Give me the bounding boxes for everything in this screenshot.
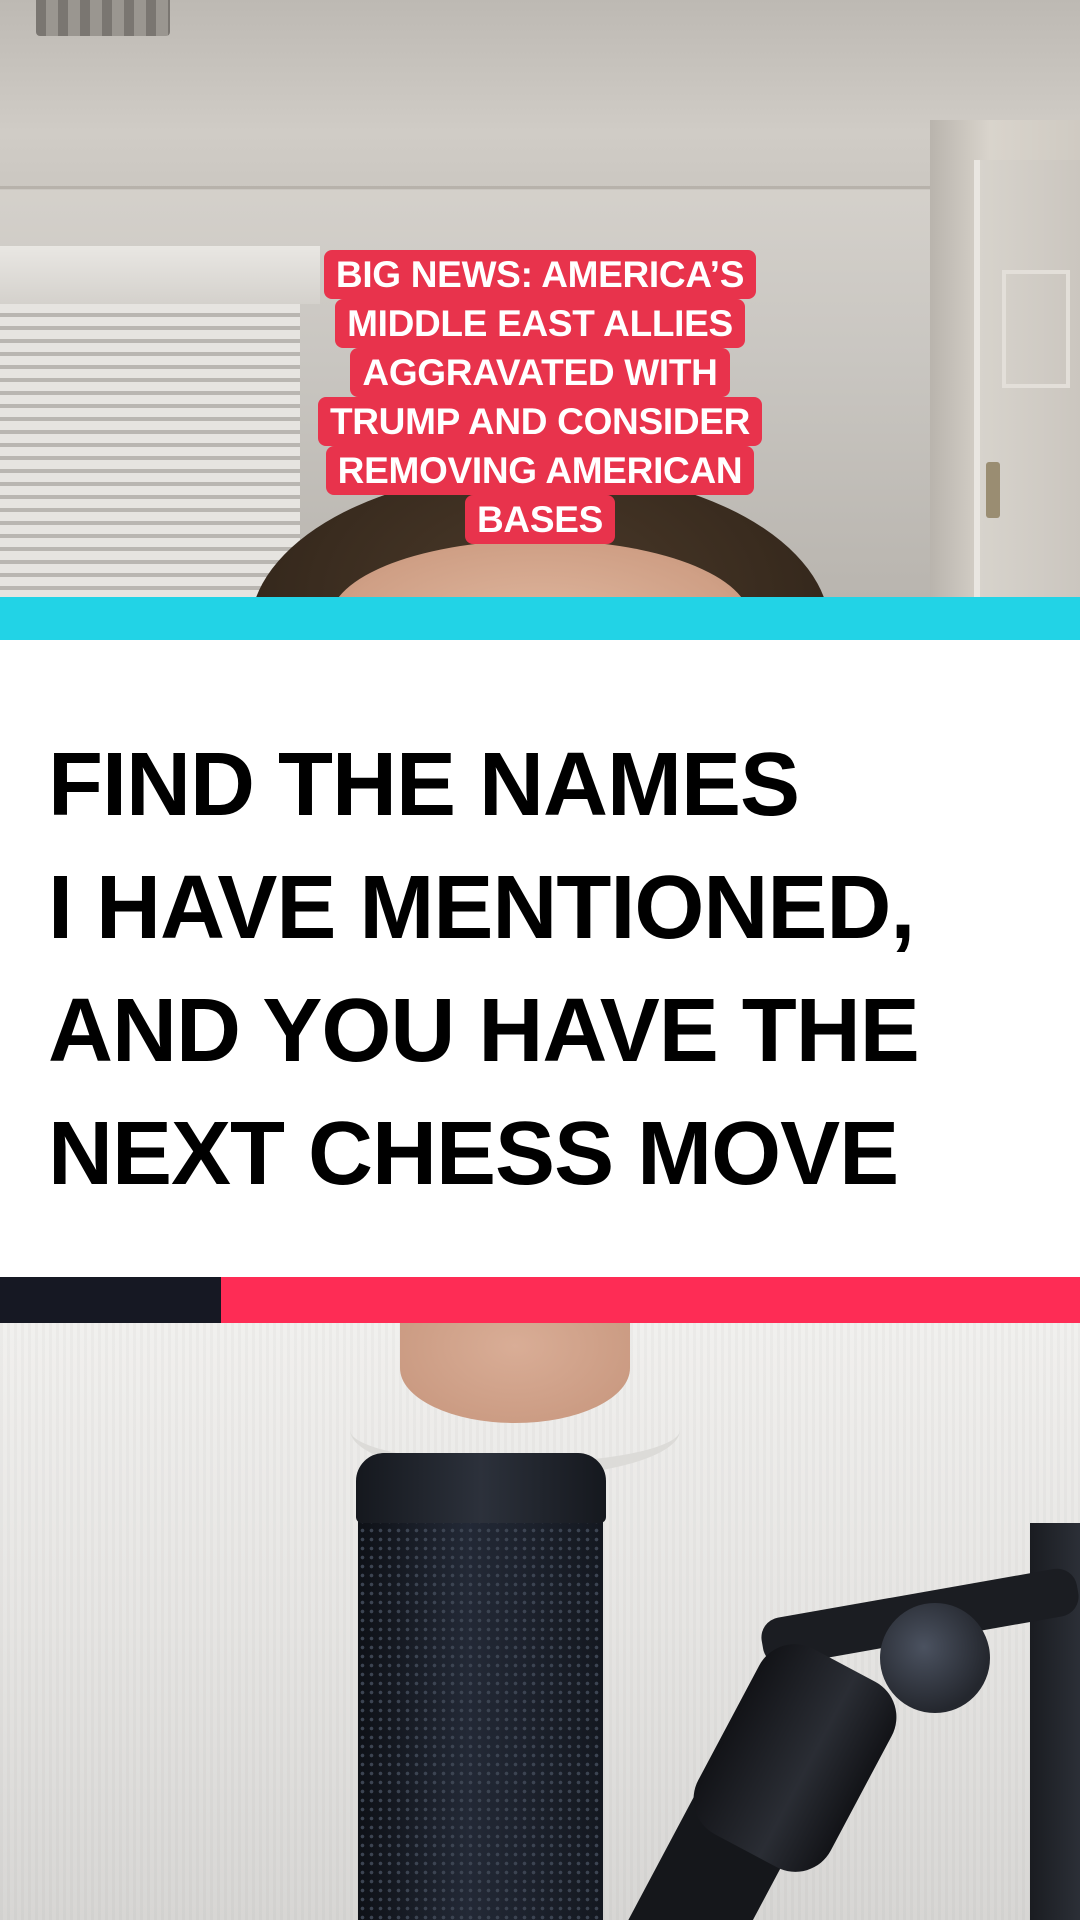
headline-text: FIND THE NAMES I HAVE MENTIONED, AND YOU… [48, 724, 1058, 1216]
top-accent-bar [0, 597, 1080, 640]
caption-line: AGGRAVATED WITH [350, 348, 730, 397]
headline-line: I HAVE MENTIONED, [48, 858, 915, 958]
video-progress-played [0, 1277, 222, 1323]
mic-knob [880, 1603, 990, 1713]
caption-line: BIG NEWS: AMERICA’S [323, 250, 757, 299]
air-vent [36, 0, 170, 36]
microphone [358, 1463, 603, 1920]
caption-line: REMOVING AMERICAN [325, 446, 755, 495]
headline-line: NEXT CHESS MOVE [48, 1104, 899, 1204]
video-progress-bar[interactable] [0, 1277, 1080, 1323]
overlay-caption: BIG NEWS: AMERICA’S MIDDLE EAST ALLIES A… [290, 250, 790, 544]
ceiling-edge [0, 186, 1080, 189]
caption-line: MIDDLE EAST ALLIES [335, 299, 745, 348]
video-frame-bottom[interactable] [0, 1323, 1080, 1920]
caption-line: BASES [465, 495, 615, 544]
microphone-cap [356, 1453, 606, 1523]
door-hinge [986, 462, 1000, 518]
window-blinds [0, 304, 300, 597]
headline-line: AND YOU HAVE THE [48, 981, 920, 1081]
window-sill [0, 246, 320, 304]
door-panel [1002, 270, 1070, 388]
video-frame-top[interactable]: BIG NEWS: AMERICA’S MIDDLE EAST ALLIES A… [0, 0, 1080, 597]
headline-line: FIND THE NAMES [48, 735, 800, 835]
caption-line: TRUMP AND CONSIDER [317, 397, 763, 446]
headline-panel: FIND THE NAMES I HAVE MENTIONED, AND YOU… [0, 640, 1080, 1277]
